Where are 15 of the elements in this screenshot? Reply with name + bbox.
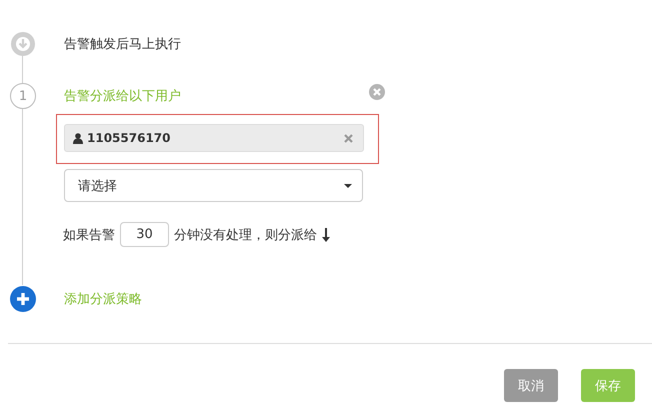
user-select-field[interactable]: 1105576170: [56, 114, 379, 164]
trigger-text: 告警触发后马上执行: [64, 36, 181, 53]
user-name: 1105576170: [87, 131, 172, 145]
caret-icon: [344, 184, 352, 188]
step-number: 1: [10, 83, 36, 109]
escalation-label: 分钟没有处理，则分派给: [174, 226, 317, 244]
user-icon: [73, 132, 83, 144]
remove-icon[interactable]: [344, 134, 353, 142]
escalation-label: 如果告警: [63, 226, 115, 244]
add-icon[interactable]: [10, 286, 36, 312]
step-title: 告警分派给以下用户: [64, 88, 181, 105]
minutes-field[interactable]: 30: [120, 222, 169, 247]
down-arrow-icon: [322, 228, 330, 242]
user-dropdown[interactable]: 请选择: [64, 169, 363, 202]
close-icon[interactable]: [369, 84, 385, 100]
